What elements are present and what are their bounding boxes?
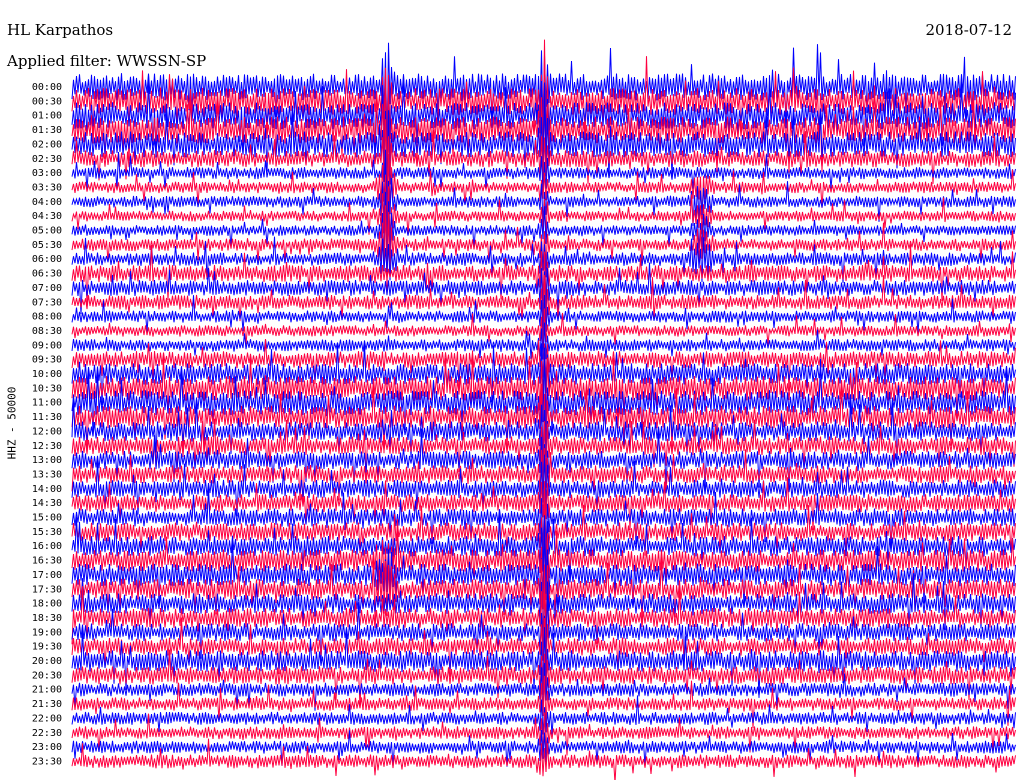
y-axis-label: HHZ - 50000 <box>5 386 19 460</box>
hour-label: 05:30 <box>32 240 62 251</box>
hour-label: 13:00 <box>32 455 62 466</box>
hour-label: 09:00 <box>32 340 62 351</box>
hour-label: 12:00 <box>32 426 62 437</box>
hour-label: 07:30 <box>32 297 62 308</box>
hour-label: 12:30 <box>32 441 62 452</box>
hour-label: 21:00 <box>32 685 62 696</box>
hour-label: 22:00 <box>32 713 62 724</box>
hour-label: 10:30 <box>32 383 62 394</box>
hour-label: 11:30 <box>32 412 62 423</box>
helicorder-plot: 00:00 00:30 01:00 01:30 02:00 02:30 03:00 03:30… <box>32 39 1016 780</box>
hour-label: 02:00 <box>32 139 62 150</box>
hour-label: 01:30 <box>32 125 62 136</box>
hour-label: 14:30 <box>32 498 62 509</box>
hour-label: 14:00 <box>32 484 62 495</box>
hour-label: 15:30 <box>32 527 62 538</box>
hour-label: 02:30 <box>32 154 62 165</box>
hour-label: 04:00 <box>32 197 62 208</box>
hour-label: 03:30 <box>32 182 62 193</box>
hour-label: 19:30 <box>32 642 62 653</box>
hour-label: 00:00 <box>32 82 62 93</box>
hour-label: 22:30 <box>32 728 62 739</box>
hour-label: 06:00 <box>32 254 62 265</box>
y-axis-label-wrap: HHZ - 50000 <box>4 378 20 468</box>
hour-label: 03:00 <box>32 168 62 179</box>
hour-label: 16:30 <box>32 556 62 567</box>
hour-label: 04:30 <box>32 211 62 222</box>
hour-label: 20:30 <box>32 670 62 681</box>
hour-label: 21:30 <box>32 699 62 710</box>
hour-label: 18:30 <box>32 613 62 624</box>
hour-label: 16:00 <box>32 541 62 552</box>
hour-label: 11:00 <box>32 398 62 409</box>
hour-label: 06:30 <box>32 269 62 280</box>
trace-group <box>71 39 1016 780</box>
hour-label: 08:00 <box>32 312 62 323</box>
hour-label: 23:30 <box>32 756 62 767</box>
hour-label: 08:30 <box>32 326 62 337</box>
hour-label: 10:00 <box>32 369 62 380</box>
hour-label: 13:30 <box>32 469 62 480</box>
hour-label: 19:00 <box>32 627 62 638</box>
hour-label: 17:00 <box>32 570 62 581</box>
hour-label: 18:00 <box>32 599 62 610</box>
hour-label: 05:00 <box>32 226 62 237</box>
hour-label: 01:00 <box>32 111 62 122</box>
hour-label: 07:00 <box>32 283 62 294</box>
hour-label: 17:30 <box>32 584 62 595</box>
hour-label: 20:00 <box>32 656 62 667</box>
hour-label: 23:00 <box>32 742 62 753</box>
hour-label: 09:30 <box>32 355 62 366</box>
hour-label: 15:00 <box>32 513 62 524</box>
hour-label-group: 00:00 00:30 01:00 01:30 02:00 02:30 03:00 03:30… <box>32 82 62 767</box>
hour-label: 00:30 <box>32 96 62 107</box>
